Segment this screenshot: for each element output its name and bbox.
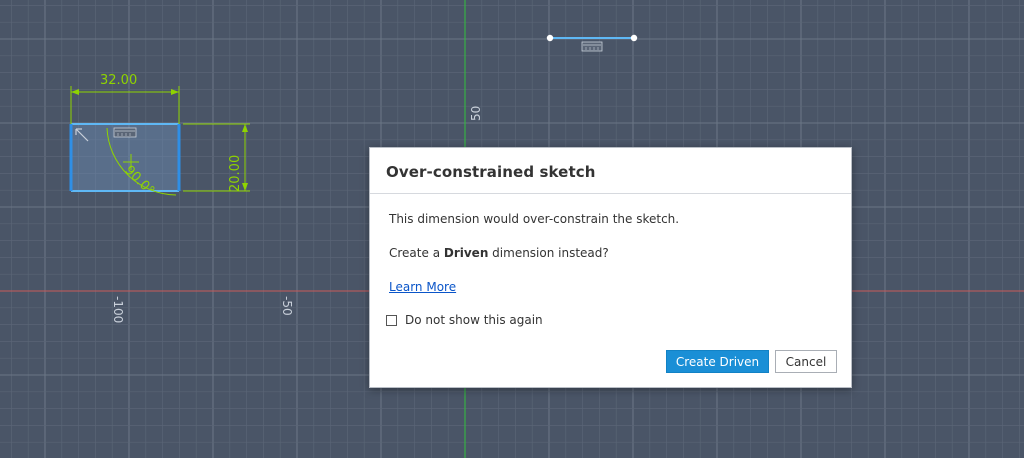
dialog-message: This dimension would over-constrain the … (389, 212, 680, 226)
learn-more-link[interactable]: Learn More (389, 280, 456, 294)
axis-label-50: 50 (469, 105, 483, 121)
dialog-title: Over-constrained sketch (386, 163, 596, 181)
dialog-question: Create a Driven dimension instead? (389, 246, 609, 260)
question-suffix: dimension instead? (488, 246, 609, 260)
height-dimension-value[interactable]: 20.00 (228, 155, 243, 192)
horizontal-constraint-icon[interactable] (113, 127, 137, 138)
sketch-line-segment[interactable] (546, 34, 638, 42)
do-not-show-again-row[interactable]: Do not show this again (386, 313, 543, 327)
width-dimension-value[interactable]: 32.00 (100, 73, 137, 88)
cancel-button[interactable]: Cancel (775, 350, 837, 373)
create-driven-button[interactable]: Create Driven (666, 350, 769, 373)
do-not-show-again-checkbox[interactable] (386, 314, 397, 326)
do-not-show-again-label[interactable]: Do not show this again (405, 313, 543, 327)
dialog-header: Over-constrained sketch (370, 148, 851, 194)
axis-label-minus-50: -50 (280, 296, 294, 316)
axis-label-minus-100: -100 (111, 296, 125, 324)
horizontal-constraint-icon-2[interactable] (581, 41, 603, 52)
question-prefix: Create a (389, 246, 444, 260)
over-constrained-dialog: Over-constrained sketch This dimension w… (369, 147, 852, 388)
question-bold: Driven (443, 246, 489, 260)
